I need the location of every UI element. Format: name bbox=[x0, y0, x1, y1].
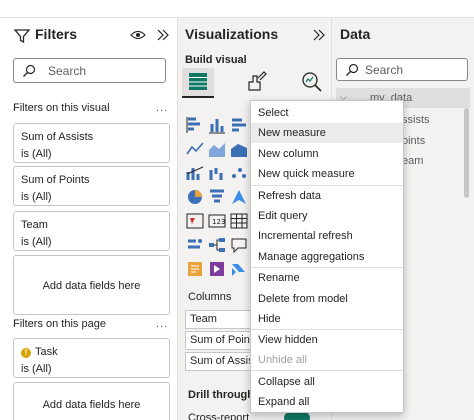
data-title: Data bbox=[340, 26, 371, 42]
paginated-report-icon[interactable] bbox=[186, 260, 204, 278]
menu-item-expand-all[interactable]: Expand all bbox=[251, 392, 403, 412]
filter-card-state: is (All) bbox=[21, 191, 52, 203]
filter-card-sum-of-points[interactable]: Sum of Points is (All) bbox=[13, 166, 170, 206]
menu-item-unhide-all: Unhide all bbox=[258, 354, 307, 366]
power-automate-icon[interactable] bbox=[230, 260, 248, 278]
key-influencers-icon[interactable] bbox=[186, 236, 204, 254]
filter-card-state: is (All) bbox=[21, 236, 52, 248]
filter-card-title: Sum of Points bbox=[21, 174, 90, 186]
filters-pane: Filters Search Filters on this visual ..… bbox=[0, 18, 178, 420]
area-chart-icon[interactable] bbox=[208, 140, 226, 158]
visualizations-title: Visualizations bbox=[185, 26, 279, 42]
warning-icon: ! bbox=[21, 348, 31, 358]
paintbrush-icon bbox=[248, 71, 267, 91]
stacked-bar-icon[interactable] bbox=[186, 116, 204, 134]
line-chart-icon[interactable] bbox=[186, 140, 204, 158]
waterfall-icon[interactable] bbox=[208, 164, 226, 182]
filter-card-sum-of-assists[interactable]: Sum of Assists is (All) bbox=[13, 123, 170, 163]
menu-item-incremental-refresh[interactable]: Incremental refresh bbox=[251, 226, 403, 246]
analytics-tab[interactable] bbox=[296, 68, 328, 98]
card-visual-icon[interactable]: 123 bbox=[208, 212, 226, 230]
format-visual-tab[interactable] bbox=[240, 68, 272, 98]
filter-icon bbox=[14, 29, 30, 44]
menu-item-manage-aggregations[interactable]: Manage aggregations bbox=[251, 247, 403, 267]
menu-item-rename[interactable]: Rename bbox=[251, 268, 403, 288]
collapse-chevrons-icon[interactable] bbox=[155, 27, 171, 43]
collapse-chevrons-icon[interactable] bbox=[311, 27, 327, 43]
menu-item-new-measure[interactable]: New measure bbox=[251, 123, 403, 143]
qna-icon[interactable] bbox=[230, 236, 248, 254]
menu-separator bbox=[251, 370, 403, 371]
data-search-input[interactable]: Search bbox=[336, 58, 468, 81]
menu-item-collapse-all[interactable]: Collapse all bbox=[251, 372, 403, 392]
add-data-fields-label: Add data fields here bbox=[42, 280, 141, 292]
decomposition-tree-icon[interactable] bbox=[208, 236, 226, 254]
build-visual-label: Build visual bbox=[185, 54, 247, 66]
column-well-sum-of-assists[interactable]: Sum of Assists bbox=[185, 352, 259, 371]
menu-item-hide[interactable]: Hide bbox=[251, 309, 403, 329]
filters-on-visual-label: Filters on this visual bbox=[13, 102, 110, 114]
ribbon-chart-icon[interactable] bbox=[186, 164, 204, 182]
data-field-points[interactable]: oints bbox=[402, 135, 425, 147]
svg-text:123: 123 bbox=[212, 218, 225, 226]
clustered-bar-icon[interactable] bbox=[230, 116, 248, 134]
build-visual-tab[interactable] bbox=[182, 68, 214, 98]
stacked-column-icon[interactable] bbox=[208, 116, 226, 134]
cross-report-label: Cross-report bbox=[188, 412, 250, 420]
data-field-assists[interactable]: ssists bbox=[402, 114, 430, 126]
data-field-team[interactable]: eam bbox=[402, 155, 423, 167]
power-apps-icon[interactable] bbox=[208, 260, 226, 278]
stacked-area-icon[interactable] bbox=[230, 140, 248, 158]
filters-on-page-label: Filters on this page bbox=[13, 318, 106, 330]
table-grid-icon[interactable] bbox=[230, 212, 248, 230]
top-bar bbox=[0, 0, 474, 18]
filter-card-task[interactable]: ! Task is (All) bbox=[13, 338, 170, 378]
search-placeholder: Search bbox=[365, 63, 404, 77]
pie-chart-icon[interactable] bbox=[186, 188, 204, 206]
menu-item-new-column[interactable]: New column bbox=[251, 144, 403, 164]
menu-item-delete-from-model[interactable]: Delete from model bbox=[251, 289, 403, 309]
funnel-icon[interactable] bbox=[208, 188, 226, 206]
analytics-magnifier-icon bbox=[302, 72, 322, 92]
menu-item-new-quick-measure[interactable]: New quick measure bbox=[251, 164, 403, 184]
add-data-fields-label: Add data fields here bbox=[42, 399, 141, 411]
filter-card-state: is (All) bbox=[21, 363, 52, 375]
filters-title: Filters bbox=[35, 26, 78, 42]
filter-card-team[interactable]: Team is (All) bbox=[13, 211, 170, 251]
filter-card-title-wrap: ! Task bbox=[21, 346, 58, 358]
column-well-sum-of-points[interactable]: Sum of Points bbox=[185, 331, 259, 350]
menu-item-view-hidden[interactable]: View hidden bbox=[251, 330, 403, 350]
context-menu: Select New measure New column New quick … bbox=[250, 100, 404, 413]
eye-icon[interactable] bbox=[130, 28, 146, 42]
menu-item-select[interactable]: Select bbox=[251, 103, 403, 123]
filter-card-title: Sum of Assists bbox=[21, 131, 94, 143]
column-well-team[interactable]: Team bbox=[185, 310, 259, 329]
more-options-page[interactable]: ... bbox=[156, 318, 168, 330]
columns-label: Columns bbox=[188, 291, 232, 303]
table-visual-icon bbox=[189, 73, 207, 90]
more-options-visual[interactable]: ... bbox=[156, 102, 168, 114]
scatter-icon[interactable] bbox=[230, 164, 248, 182]
search-icon bbox=[23, 64, 36, 77]
azure-map-icon[interactable] bbox=[230, 188, 248, 206]
search-icon bbox=[346, 63, 359, 76]
filter-card-title: Team bbox=[21, 219, 48, 231]
search-placeholder: Search bbox=[48, 64, 87, 78]
add-data-fields-page[interactable]: Add data fields here bbox=[13, 382, 170, 420]
filled-map-icon[interactable] bbox=[186, 212, 204, 230]
cross-report-toggle[interactable] bbox=[284, 412, 310, 420]
filters-search-input[interactable]: Search bbox=[13, 58, 166, 83]
menu-item-edit-query[interactable]: Edit query bbox=[251, 206, 403, 226]
filter-card-state: is (All) bbox=[21, 148, 52, 160]
menu-item-refresh-data[interactable]: Refresh data bbox=[251, 186, 403, 206]
add-data-fields-visual[interactable]: Add data fields here bbox=[13, 255, 170, 315]
data-pane-scrollbar[interactable] bbox=[464, 108, 469, 198]
filter-card-title: Task bbox=[35, 346, 58, 358]
drill-through-label: Drill through bbox=[188, 389, 254, 401]
